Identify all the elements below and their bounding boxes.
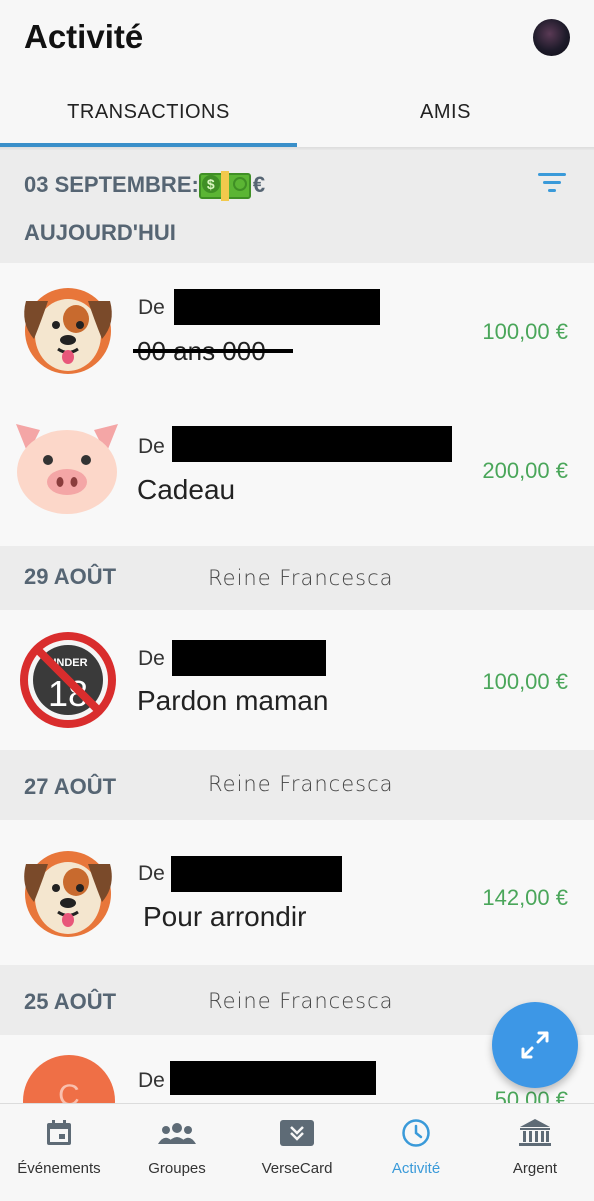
nav-label: Événements xyxy=(17,1160,101,1177)
transaction-amount: 100,00 € xyxy=(482,319,568,344)
group-date: 27 AOÛT xyxy=(24,774,117,799)
transaction-row[interactable]: UNDER 18 De Pardon maman 100,00 € xyxy=(0,610,594,751)
from-label: De xyxy=(138,862,165,885)
group-date: 29 AOÛT xyxy=(24,564,117,589)
redacted-name xyxy=(174,289,380,325)
tab-transactions[interactable]: TRANSACTIONS xyxy=(0,80,297,144)
redacted-name xyxy=(170,1061,376,1095)
nav-money[interactable]: Argent xyxy=(476,1104,594,1201)
under-18-icon: UNDER 18 xyxy=(20,632,116,728)
today-label: AUJOURD'HUI xyxy=(24,220,176,245)
from-label: De xyxy=(138,1069,165,1092)
summary-header: 03 SEPTEMBRE: $ € AUJOURD'HUI xyxy=(0,150,594,263)
redacted-name xyxy=(172,640,326,676)
letter-avatar-icon: C xyxy=(23,1055,115,1103)
nav-label: Activité xyxy=(391,1160,441,1177)
pig-emoji-icon xyxy=(16,424,118,514)
nav-events[interactable]: Événements xyxy=(0,1104,118,1201)
app-header: Activité xyxy=(0,0,594,80)
tab-friends[interactable]: AMIS xyxy=(297,80,594,144)
date-group-header: 27 AOÛT Reine Francesca xyxy=(0,750,594,820)
transaction-row[interactable]: De 00 ans 000 100,00 € xyxy=(0,263,594,401)
group-name: Reine Francesca xyxy=(208,772,394,796)
group-name: Reine Francesca xyxy=(208,989,394,1013)
filter-icon[interactable] xyxy=(538,172,566,194)
group-name: Reine Francesca xyxy=(208,566,394,590)
strike-line xyxy=(133,349,293,353)
clock-icon xyxy=(402,1119,430,1147)
transaction-amount: 200,00 € xyxy=(482,458,568,483)
date-group-header: 29 AOÛT Reine Francesca xyxy=(0,546,594,610)
from-label: De xyxy=(138,647,165,670)
group-icon xyxy=(158,1123,196,1144)
page-title: Activité xyxy=(24,18,144,55)
nav-label: Groupes xyxy=(148,1160,206,1177)
nav-label: Argent xyxy=(512,1160,558,1177)
transaction-description: Cadeau xyxy=(137,474,236,505)
money-icon: $ xyxy=(198,171,251,201)
from-label: De xyxy=(138,296,165,319)
avatar[interactable] xyxy=(533,19,570,56)
transaction-amount: 50,00 € xyxy=(494,1087,568,1103)
dog-emoji-icon xyxy=(24,288,112,374)
calendar-icon xyxy=(47,1120,71,1145)
nav-activity[interactable]: Activité xyxy=(357,1104,475,1201)
transaction-amount: 142,00 € xyxy=(482,885,568,910)
bottom-nav: Événements Groupes VerseCard Activité Ar… xyxy=(0,1103,594,1201)
swap-arrows-icon xyxy=(521,1031,549,1059)
tab-bar: TRANSACTIONS AMIS xyxy=(0,80,594,148)
transaction-description: Pour arrondir xyxy=(143,901,307,932)
transfer-fab-button[interactable] xyxy=(492,1002,578,1088)
nav-versecard[interactable]: VerseCard xyxy=(238,1104,356,1201)
transaction-amount: 100,00 € xyxy=(482,669,568,694)
summary-date: 03 SEPTEMBRE: $ € xyxy=(24,171,265,201)
group-date: 25 AOÛT xyxy=(24,989,117,1014)
redacted-name xyxy=(172,426,452,462)
card-icon xyxy=(280,1120,314,1146)
redacted-name xyxy=(171,856,342,892)
dog-emoji-icon xyxy=(24,851,112,937)
transaction-description: Pardon maman xyxy=(137,685,329,716)
nav-label: VerseCard xyxy=(261,1160,333,1177)
bank-icon xyxy=(519,1119,551,1146)
transaction-row[interactable]: De Cadeau 200,00 € xyxy=(0,400,594,547)
transaction-row[interactable]: De Pour arrondir 142,00 € xyxy=(0,820,594,966)
from-label: De xyxy=(138,435,165,458)
nav-groups[interactable]: Groupes xyxy=(118,1104,236,1201)
